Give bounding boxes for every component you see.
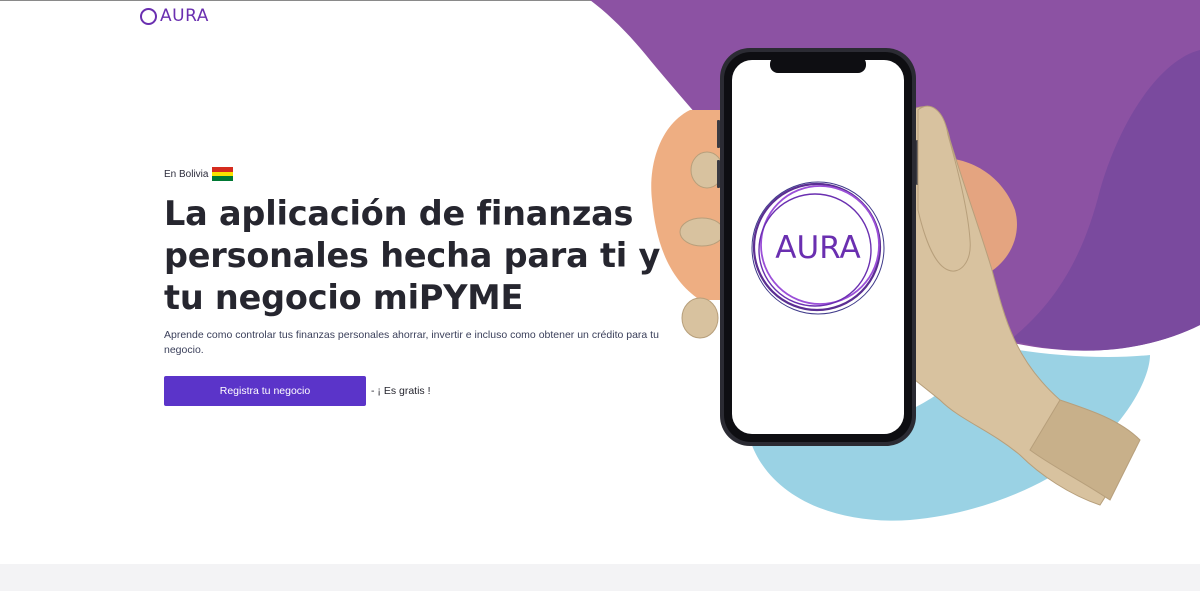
bolivia-flag-icon bbox=[212, 167, 234, 182]
cta-row: Registra tu negocio - ¡ Es gratis ! bbox=[164, 376, 684, 406]
country-label: En Bolivia bbox=[164, 168, 209, 180]
hero-subtitle: Aprende como controlar tus finanzas pers… bbox=[164, 329, 659, 356]
phone-logo-text: AURA bbox=[775, 230, 861, 266]
wooden-thumb bbox=[917, 105, 971, 272]
top-divider bbox=[0, 0, 1200, 1]
aura-logo[interactable]: AURA bbox=[140, 6, 209, 26]
blue-blob bbox=[750, 345, 1150, 521]
purple-blob-dark bbox=[1010, 50, 1200, 351]
logo-ring-icon bbox=[140, 7, 157, 25]
next-section-band bbox=[0, 564, 1200, 591]
register-business-button[interactable]: Registra tu negocio bbox=[164, 376, 366, 406]
hero-content: En Bolivia La aplicación de finanzas per… bbox=[164, 166, 684, 406]
hero-headline: La aplicación de finanzas personales hec… bbox=[164, 194, 661, 317]
peach-blob-right bbox=[915, 157, 1017, 280]
logo-text: AURA bbox=[160, 6, 209, 26]
country-badge: En Bolivia bbox=[164, 166, 684, 182]
cta-note: - ¡ Es gratis ! bbox=[371, 385, 431, 397]
wooden-hand bbox=[679, 106, 1141, 506]
